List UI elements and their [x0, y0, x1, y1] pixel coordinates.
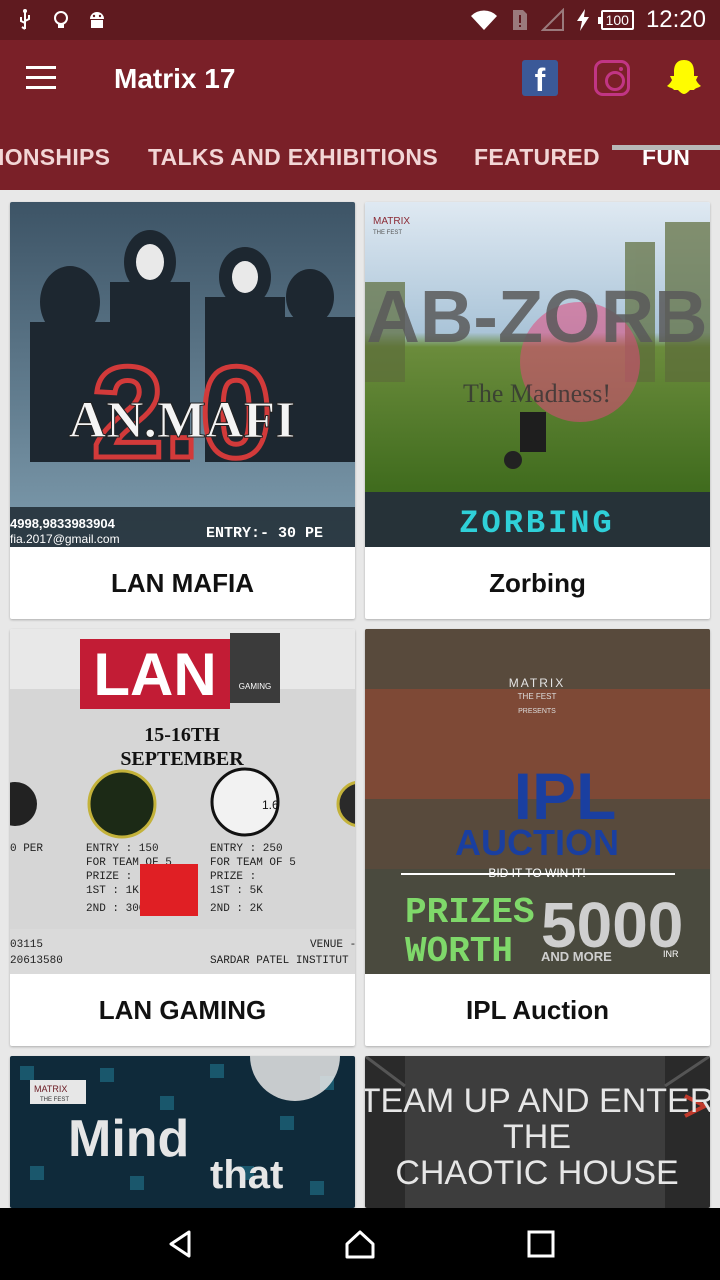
poster-line-2: that: [210, 1153, 283, 1197]
poster-brand-sub: THE FEST: [373, 230, 402, 236]
poster-month: SEPTEMBER: [120, 748, 244, 770]
event-title: LAN GAMING: [98, 995, 267, 1025]
event-card-chaotic-house[interactable]: TEAM UP AND ENTER THE CHAOTIC HOUSE: [365, 1056, 710, 1208]
poster-col2d: 1ST : 1K: [86, 885, 139, 897]
poster-col3c: PRIZE :: [210, 871, 256, 883]
app-title: Matrix 17: [114, 63, 236, 94]
poster-phone2: 20613580: [10, 955, 63, 967]
poster-sub: AUCTION: [455, 822, 619, 863]
instagram-icon[interactable]: [594, 60, 630, 96]
system-status: 100 12:20: [469, 0, 706, 40]
sim-alert-icon: [512, 10, 527, 30]
poster-badge: 1.6: [262, 798, 279, 812]
home-icon[interactable]: [344, 1228, 376, 1260]
poster-headline: AB-ZORB: [366, 275, 707, 358]
poster-email: fia.2017@gmail.com: [10, 532, 120, 546]
event-poster: MATRIX THE FEST AB-ZORB The Madness! ZOR…: [365, 202, 710, 547]
event-card-lan-gaming[interactable]: LAN GAMING 15-16TH SEPTEMBER 1.6 0 PER E…: [10, 629, 355, 1046]
signal-icon: [540, 8, 564, 31]
event-poster: MATRIX THE FEST PRESENTS IPL AUCTION BID…: [365, 629, 710, 974]
clock: 12:20: [645, 6, 706, 33]
lightbulb-icon: [50, 9, 72, 31]
event-poster: TEAM UP AND ENTER THE CHAOTIC HOUSE: [365, 1056, 710, 1208]
status-bar: 100 12:20: [0, 0, 720, 40]
tab-fun[interactable]: FUN: [642, 132, 690, 190]
poster-presents: PRESENTS: [518, 708, 556, 715]
poster-col3b: FOR TEAM OF 5: [210, 857, 296, 869]
wifi-icon: [470, 10, 497, 30]
poster-prizes-1: PRIZES: [405, 892, 535, 933]
poster-logo-sub: GAMING: [239, 682, 271, 691]
tab-featured[interactable]: FEATURED: [474, 132, 600, 190]
snapchat-icon[interactable]: [666, 58, 702, 98]
poster-col3d: 1ST : 5K: [210, 885, 263, 897]
poster-line-1: TEAM UP AND ENTER: [365, 1082, 710, 1120]
poster-col1: 0 PER: [10, 843, 43, 855]
poster-logo: LAN: [93, 641, 216, 708]
event-card-zorbing[interactable]: MATRIX THE FEST AB-ZORB The Madness! ZOR…: [365, 202, 710, 619]
navigation-bar: [0, 1208, 720, 1280]
poster-and-more: AND MORE: [541, 949, 612, 964]
tab-championships[interactable]: IONSHIPS: [0, 132, 110, 190]
event-card-lan-mafia[interactable]: 2.0 AN.MAFI 4998,9833983904 fia.2017@gma…: [10, 202, 355, 619]
recents-icon[interactable]: [525, 1228, 557, 1260]
poster-col3e: 2ND : 2K: [210, 903, 263, 915]
poster-tagline: BID IT TO WIN IT!: [488, 866, 585, 880]
poster-contact: 4998,9833983904: [10, 516, 116, 531]
tab-indicator: [612, 145, 720, 150]
tab-talks-and-exhibitions[interactable]: TALKS AND EXHIBITIONS: [148, 132, 438, 190]
poster-brand: MATRIX: [34, 1084, 67, 1094]
poster-col2a: ENTRY : 150: [86, 843, 159, 855]
notification-icons: [14, 6, 108, 34]
poster-date: 15-16TH: [144, 724, 220, 746]
poster-brand-sub: THE FEST: [40, 1097, 69, 1103]
poster-brand-sub: THE FEST: [518, 692, 557, 701]
app-bar: Matrix 17 f IONSHIPS TALKS AND EXHIBITIO…: [0, 40, 720, 190]
event-poster: LAN GAMING 15-16TH SEPTEMBER 1.6 0 PER E…: [10, 629, 355, 974]
poster-col2c: PRIZE :: [86, 871, 132, 883]
poster-headline: AN.MAFI: [69, 392, 296, 449]
poster-brand: MATRIX: [509, 676, 565, 690]
poster-venue2: SARDAR PATEL INSTITUT: [210, 955, 349, 967]
poster-phone1: 03115: [10, 939, 43, 951]
event-title: LAN MAFIA: [111, 568, 254, 598]
facebook-icon[interactable]: f: [522, 60, 558, 96]
back-icon[interactable]: [165, 1228, 197, 1260]
poster-entry: ENTRY:- 30 PE: [206, 525, 323, 542]
poster-prizes-2: WORTH: [405, 931, 513, 972]
tab-bar: IONSHIPS TALKS AND EXHIBITIONS FEATURED …: [0, 132, 720, 190]
charging-icon: [576, 9, 589, 31]
poster-line-3: CHAOTIC HOUSE: [395, 1154, 678, 1192]
poster-venue: VENUE -: [310, 939, 355, 951]
poster-inr: INR: [663, 949, 679, 959]
event-card-mind-that[interactable]: MATRIX THE FEST Mind that: [10, 1056, 355, 1208]
battery-icon: 100: [597, 10, 634, 30]
event-card-ipl-auction[interactable]: MATRIX THE FEST PRESENTS IPL AUCTION BID…: [365, 629, 710, 1046]
android-icon: [86, 9, 108, 31]
poster-brand: MATRIX: [373, 216, 410, 227]
poster-col2e: 2ND : 300: [86, 903, 145, 915]
poster-tagline: The Madness!: [463, 379, 611, 408]
poster-col3a: ENTRY : 250: [210, 843, 283, 855]
event-title: Zorbing: [489, 568, 586, 598]
event-poster: 2.0 AN.MAFI 4998,9833983904 fia.2017@gma…: [10, 202, 355, 547]
poster-banner: ZORBING: [459, 505, 614, 542]
menu-icon[interactable]: [26, 66, 58, 92]
usb-icon: [14, 9, 36, 31]
poster-line-1: Mind: [68, 1110, 189, 1168]
poster-line-2: THE: [503, 1118, 571, 1156]
event-poster: MATRIX THE FEST Mind that: [10, 1056, 355, 1208]
event-title: IPL Auction: [466, 995, 609, 1025]
